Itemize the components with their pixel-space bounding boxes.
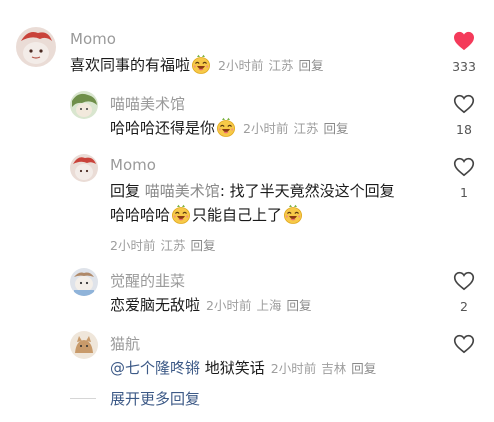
comment-text-line: @七个隆咚锵 地狱笑话 2小时前 吉林 回复	[110, 356, 381, 381]
comment-time: 2小时前	[110, 238, 156, 253]
like-button[interactable]	[444, 334, 484, 362]
like-button[interactable]: 18	[444, 94, 484, 137]
reply-button[interactable]: 回复	[298, 58, 323, 73]
comment-location: 吉林	[321, 361, 347, 376]
reply-button[interactable]: 回复	[190, 238, 215, 253]
reply-prefix: 回复	[110, 182, 141, 200]
comment-text-line: 哈哈哈还得是你 2小时前 江苏 回复	[110, 116, 354, 141]
comment-location: 江苏	[293, 121, 319, 136]
username[interactable]: Momo	[70, 30, 116, 48]
heart-outline-icon	[453, 271, 475, 291]
comment-time: 2小时前	[243, 121, 289, 136]
comment-text-line: 哈哈哈哈 只能自己上了	[110, 203, 304, 227]
mention-link[interactable]: @七个隆咚锵	[110, 359, 200, 377]
heart-outline-icon	[453, 94, 475, 114]
username[interactable]: 觉醒的韭菜	[110, 270, 185, 291]
like-count: 18	[456, 122, 472, 137]
comment-meta: 2小时前 江苏 回复	[243, 121, 353, 136]
username[interactable]: 猫航	[110, 333, 140, 354]
comment-text: 地狱笑话	[200, 359, 265, 377]
laughing-emoji-icon	[216, 117, 236, 137]
username[interactable]: Momo	[110, 156, 156, 174]
reply-button[interactable]: 回复	[351, 361, 376, 376]
comment-meta: 2小时前 江苏 回复	[218, 58, 328, 73]
comment-location: 江苏	[268, 58, 294, 73]
avatar[interactable]	[70, 154, 98, 182]
heart-filled-icon	[454, 31, 474, 51]
username[interactable]: 喵喵美术馆	[110, 93, 185, 114]
avatar[interactable]	[16, 27, 56, 67]
comment-time: 2小时前	[206, 298, 252, 313]
comment-location: 江苏	[160, 238, 186, 253]
comment-time: 2小时前	[270, 361, 317, 376]
laughing-emoji-icon	[171, 204, 191, 224]
comment-text-line: 回复 喵喵美术馆: 找了半天竟然没这个回复	[110, 179, 395, 203]
reply-target-username[interactable]: 喵喵美术馆	[145, 182, 220, 200]
comment-text: 恋爱脑无敌啦	[110, 296, 201, 314]
comment-location: 上海	[256, 298, 282, 313]
comment-meta: 2小时前 吉林 回复	[271, 361, 381, 376]
comment-time: 2小时前	[218, 58, 264, 73]
expand-replies-button[interactable]: 展开更多回复	[110, 388, 200, 409]
avatar[interactable]	[70, 91, 98, 119]
comment-text-line: 喜欢同事的有福啦 2小时前 江苏 回复	[70, 53, 329, 78]
expand-divider	[70, 398, 96, 399]
comment-text: 喜欢同事的有福啦	[70, 56, 191, 74]
like-button[interactable]: 2	[444, 271, 484, 314]
like-count: 2	[460, 299, 468, 314]
like-button[interactable]: 333	[444, 31, 484, 74]
like-button[interactable]: 1	[444, 157, 484, 200]
laughing-emoji-icon	[283, 204, 303, 224]
comment-text: 哈哈哈还得是你	[110, 119, 216, 137]
heart-outline-icon	[453, 334, 475, 354]
avatar[interactable]	[70, 268, 98, 296]
laughing-emoji-icon	[191, 54, 211, 74]
comment-meta: 2小时前 上海 回复	[206, 298, 316, 313]
comment-text: : 找了半天竟然没这个回复	[219, 182, 395, 200]
comment-text: 哈哈哈哈	[110, 206, 171, 224]
like-count: 1	[460, 185, 468, 200]
comment-meta: 2小时前 江苏 回复	[110, 235, 220, 254]
avatar[interactable]	[70, 331, 98, 359]
comment-text-line: 恋爱脑无敌啦 2小时前 上海 回复	[110, 293, 317, 318]
reply-button[interactable]: 回复	[323, 121, 348, 136]
reply-button[interactable]: 回复	[286, 298, 311, 313]
comment-text: 只能自己上了	[192, 206, 283, 224]
heart-outline-icon	[453, 157, 475, 177]
like-count: 333	[452, 59, 476, 74]
